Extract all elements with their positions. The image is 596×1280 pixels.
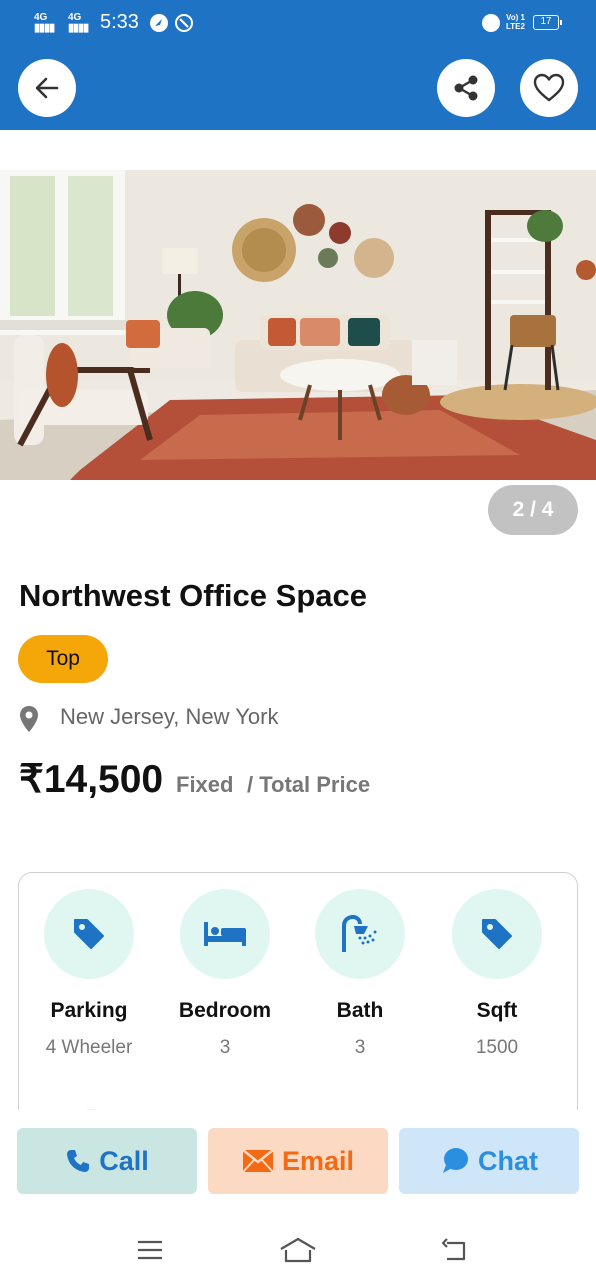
features-card: Parking 4 Wheeler Bedroom 3 Bath 3 Sqft … (18, 872, 578, 1132)
email-button[interactable]: Email (208, 1128, 388, 1194)
property-location: New Jersey, New York (60, 704, 279, 729)
feature-icon-bubble (44, 889, 134, 979)
feature-value: 1500 (475, 1037, 519, 1058)
shower-icon (342, 914, 377, 952)
property-title: Northwest Office Space (19, 578, 367, 613)
feature-icon-bubble (315, 889, 405, 979)
share-icon (454, 75, 478, 101)
top-badge: Top (18, 635, 108, 683)
bed-icon (204, 922, 246, 946)
alarm-icon (482, 14, 500, 32)
feature-name: Parking (50, 999, 128, 1022)
feature-value: 4 Wheeler (45, 1037, 133, 1058)
heart-outline-icon (533, 73, 565, 102)
home-icon (280, 1237, 316, 1263)
battery-icon: 17 (533, 15, 562, 30)
status-bar: 4G ▮▮▮▮ 4G ▮▮▮▮ 5:33 Vo) 1 LTE2 17 (0, 0, 596, 46)
envelope-icon (242, 1149, 274, 1173)
share-button[interactable] (437, 59, 495, 117)
favorite-button[interactable] (520, 59, 578, 117)
back-nav-button[interactable] (434, 1230, 474, 1270)
feature-icon-bubble (180, 889, 270, 979)
feature-sqft: Sqft 1500 (442, 889, 552, 1059)
feature-parking: Parking 4 Wheeler (34, 889, 144, 1059)
feature-name: Bedroom (178, 999, 272, 1022)
price-label: / Total Price (247, 772, 371, 797)
volte-indicator: Vo) 1 LTE2 (506, 13, 525, 31)
signal-indicator-2: 4G ▮▮▮▮ (68, 12, 89, 34)
signal-indicator-1: 4G ▮▮▮▮ (34, 12, 55, 34)
back-button[interactable] (18, 59, 76, 117)
chat-button[interactable]: Chat (399, 1128, 579, 1194)
call-label: Call (99, 1145, 149, 1176)
chat-label: Chat (478, 1145, 538, 1176)
status-time: 5:33 (100, 11, 139, 33)
navigation-status-icon (150, 14, 168, 32)
location-pin-icon (18, 705, 40, 738)
feature-value: 3 (354, 1037, 366, 1058)
call-button[interactable]: Call (17, 1128, 197, 1194)
do-not-disturb-icon (175, 14, 193, 32)
app-header: 4G ▮▮▮▮ 4G ▮▮▮▮ 5:33 Vo) 1 LTE2 17 (0, 0, 596, 130)
property-photo[interactable] (0, 170, 596, 480)
feature-bath: Bath 3 (305, 889, 415, 1059)
arrow-left-icon (35, 77, 59, 99)
feature-bedroom: Bedroom 3 (170, 889, 280, 1059)
image-counter: 2 / 4 (488, 485, 578, 535)
email-label: Email (281, 1145, 355, 1176)
menu-icon (138, 1240, 162, 1260)
property-price: ₹14,500 (19, 758, 164, 801)
feature-icon-bubble (452, 889, 542, 979)
home-nav-button[interactable] (278, 1230, 318, 1270)
system-navigation-bar (0, 1220, 596, 1280)
price-type: Fixed (176, 772, 234, 797)
phone-icon (67, 1150, 90, 1172)
return-icon (441, 1238, 466, 1261)
feature-name: Bath (336, 999, 384, 1022)
chat-bubble-icon (443, 1148, 468, 1173)
tag-icon (482, 919, 512, 949)
feature-value: 3 (219, 1037, 231, 1058)
contact-action-bar: Call Email Chat (0, 1110, 596, 1220)
tag-icon (74, 919, 104, 949)
feature-name: Sqft (476, 999, 518, 1022)
menu-nav-button[interactable] (130, 1230, 170, 1270)
